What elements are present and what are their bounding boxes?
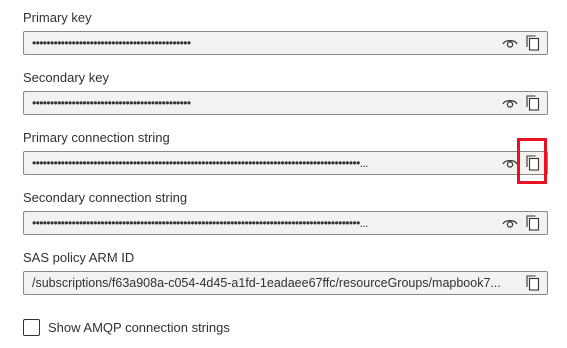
primary-key-label: Primary key bbox=[23, 10, 92, 25]
show-amqp-checkbox[interactable] bbox=[23, 318, 40, 336]
sas-policy-arm-id-label: SAS policy ARM ID bbox=[23, 250, 135, 265]
secondary-connection-string-input[interactable]: ••••••••••••••••••••••••••••••••••••••••… bbox=[23, 211, 548, 235]
show-amqp-checkbox-row[interactable]: Show AMQP connection strings bbox=[23, 317, 230, 337]
sas-policy-arm-id-value: /subscriptions/f63a908a-c054-4d45-a1fd-1… bbox=[32, 276, 501, 290]
eye-icon[interactable] bbox=[499, 213, 521, 233]
primary-connection-string-label: Primary connection string bbox=[23, 130, 170, 145]
secondary-key-label: Secondary key bbox=[23, 70, 109, 85]
secondary-key-input[interactable]: ••••••••••••••••••••••••••••••••••••••••… bbox=[23, 91, 548, 115]
copy-icon[interactable] bbox=[522, 153, 544, 173]
secondary-key-field: Secondary key ••••••••••••••••••••••••••… bbox=[23, 70, 548, 115]
copy-icon[interactable] bbox=[522, 213, 544, 233]
secondary-connection-string-label: Secondary connection string bbox=[23, 190, 188, 205]
primary-connection-string-field: Primary connection string ••••••••••••••… bbox=[23, 130, 548, 175]
copy-icon[interactable] bbox=[522, 273, 544, 293]
secondary-connection-string-field: Secondary connection string ••••••••••••… bbox=[23, 190, 548, 235]
show-amqp-checkbox-label: Show AMQP connection strings bbox=[48, 319, 230, 335]
sas-policy-arm-id-field: SAS policy ARM ID /subscriptions/f63a908… bbox=[23, 250, 548, 295]
sas-policy-arm-id-input[interactable]: /subscriptions/f63a908a-c054-4d45-a1fd-1… bbox=[23, 271, 548, 295]
primary-key-input[interactable]: ••••••••••••••••••••••••••••••••••••••••… bbox=[23, 31, 548, 55]
primary-connection-string-value: ••••••••••••••••••••••••••••••••••••••••… bbox=[32, 156, 369, 170]
secondary-connection-string-value: ••••••••••••••••••••••••••••••••••••••••… bbox=[32, 216, 369, 230]
primary-key-value: ••••••••••••••••••••••••••••••••••••••••… bbox=[32, 36, 191, 50]
copy-icon[interactable] bbox=[522, 33, 544, 53]
primary-key-field: Primary key ••••••••••••••••••••••••••••… bbox=[23, 10, 548, 55]
copy-icon[interactable] bbox=[522, 93, 544, 113]
eye-icon[interactable] bbox=[499, 33, 521, 53]
secondary-key-value: ••••••••••••••••••••••••••••••••••••••••… bbox=[32, 96, 191, 110]
eye-icon[interactable] bbox=[499, 153, 521, 173]
primary-connection-string-input[interactable]: ••••••••••••••••••••••••••••••••••••••••… bbox=[23, 151, 548, 175]
eye-icon[interactable] bbox=[499, 93, 521, 113]
